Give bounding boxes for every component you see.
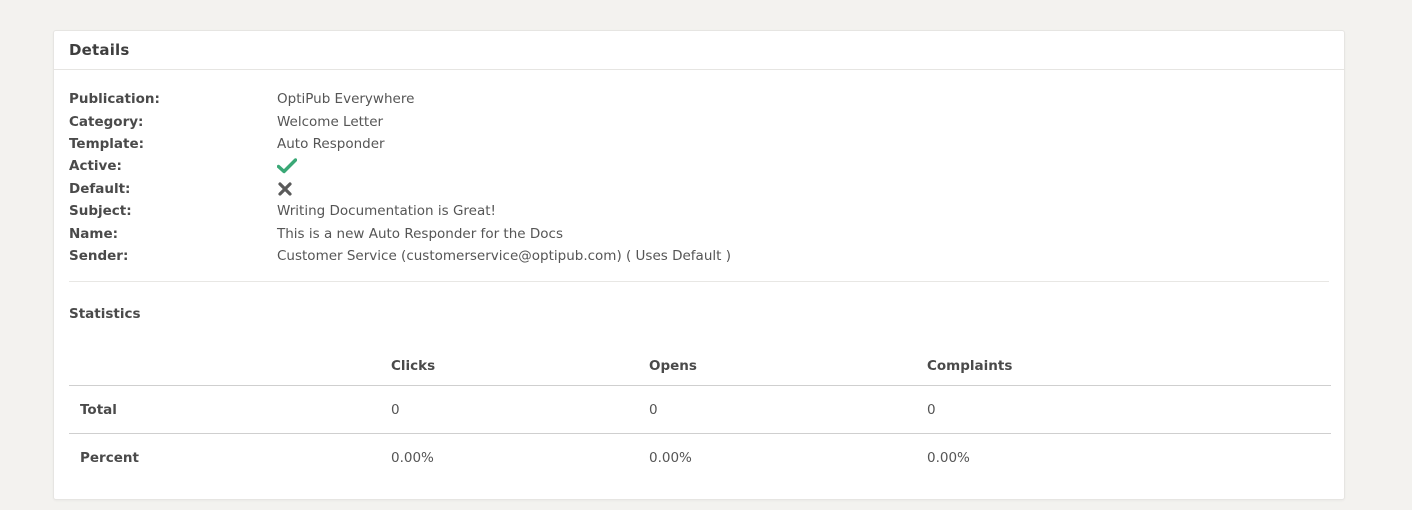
detail-label: Name: <box>69 225 119 242</box>
statistics-title: Statistics <box>69 306 141 323</box>
table-cell: 0.00% <box>391 449 434 466</box>
column-header-opens: Opens <box>649 352 927 387</box>
detail-label: Default: <box>69 180 131 197</box>
detail-label: Publication: <box>69 91 160 108</box>
detail-row-sender: Sender: Customer Service (customerservic… <box>69 245 1329 267</box>
detail-label: Active: <box>69 158 122 175</box>
table-cell: 0 <box>391 385 649 435</box>
detail-row-subject: Subject: Writing Documentation is Great! <box>69 200 1329 222</box>
row-label: Total <box>69 385 391 435</box>
statistics-table: Clicks Opens Complaints Total 0 0 0 Perc… <box>69 352 1331 481</box>
detail-row-default: Default: <box>69 178 1329 200</box>
column-header-complaints: Complaints <box>927 352 1331 387</box>
section-divider <box>69 281 1329 283</box>
table-cell: 0 <box>927 385 1331 435</box>
detail-label: Category: <box>69 113 144 130</box>
column-header-clicks: Clicks <box>391 352 649 387</box>
detail-value: Customer Service (customerservice@optipu… <box>277 247 731 264</box>
table-row: Percent 0.00% 0.00% 0.00% <box>69 434 1331 482</box>
table-cell: 0.00% <box>649 449 692 466</box>
close-icon <box>277 181 293 197</box>
detail-row-publication: Publication: OptiPub Everywhere <box>69 88 1329 110</box>
details-list: Publication: OptiPub Everywhere Category… <box>69 88 1329 267</box>
detail-value: Writing Documentation is Great! <box>277 203 496 220</box>
detail-label: Template: <box>69 135 145 152</box>
detail-label: Subject: <box>69 203 132 220</box>
table-header-row: Clicks Opens Complaints <box>69 352 1331 387</box>
table-header-empty <box>69 352 391 387</box>
table-row: Total 0 0 0 <box>69 385 1331 435</box>
detail-value: OptiPub Everywhere <box>277 91 415 108</box>
card-body: Publication: OptiPub Everywhere Category… <box>54 88 1344 481</box>
detail-row-name: Name: This is a new Auto Responder for t… <box>69 222 1329 244</box>
row-label: Percent <box>80 449 139 466</box>
detail-row-template: Template: Auto Responder <box>69 133 1329 155</box>
detail-value: Auto Responder <box>277 135 385 152</box>
detail-value: Welcome Letter <box>277 113 384 130</box>
check-icon <box>277 158 297 174</box>
details-card: Details Publication: OptiPub Everywhere … <box>53 30 1345 500</box>
detail-value: This is a new Auto Responder for the Doc… <box>277 225 563 242</box>
detail-row-active: Active: <box>69 155 1329 177</box>
card-header: Details <box>54 31 1344 70</box>
table-cell: 0 <box>649 385 927 435</box>
detail-row-category: Category: Welcome Letter <box>69 110 1329 132</box>
detail-label: Sender: <box>69 247 129 264</box>
table-cell: 0.00% <box>927 449 970 466</box>
card-title: Details <box>69 41 130 59</box>
